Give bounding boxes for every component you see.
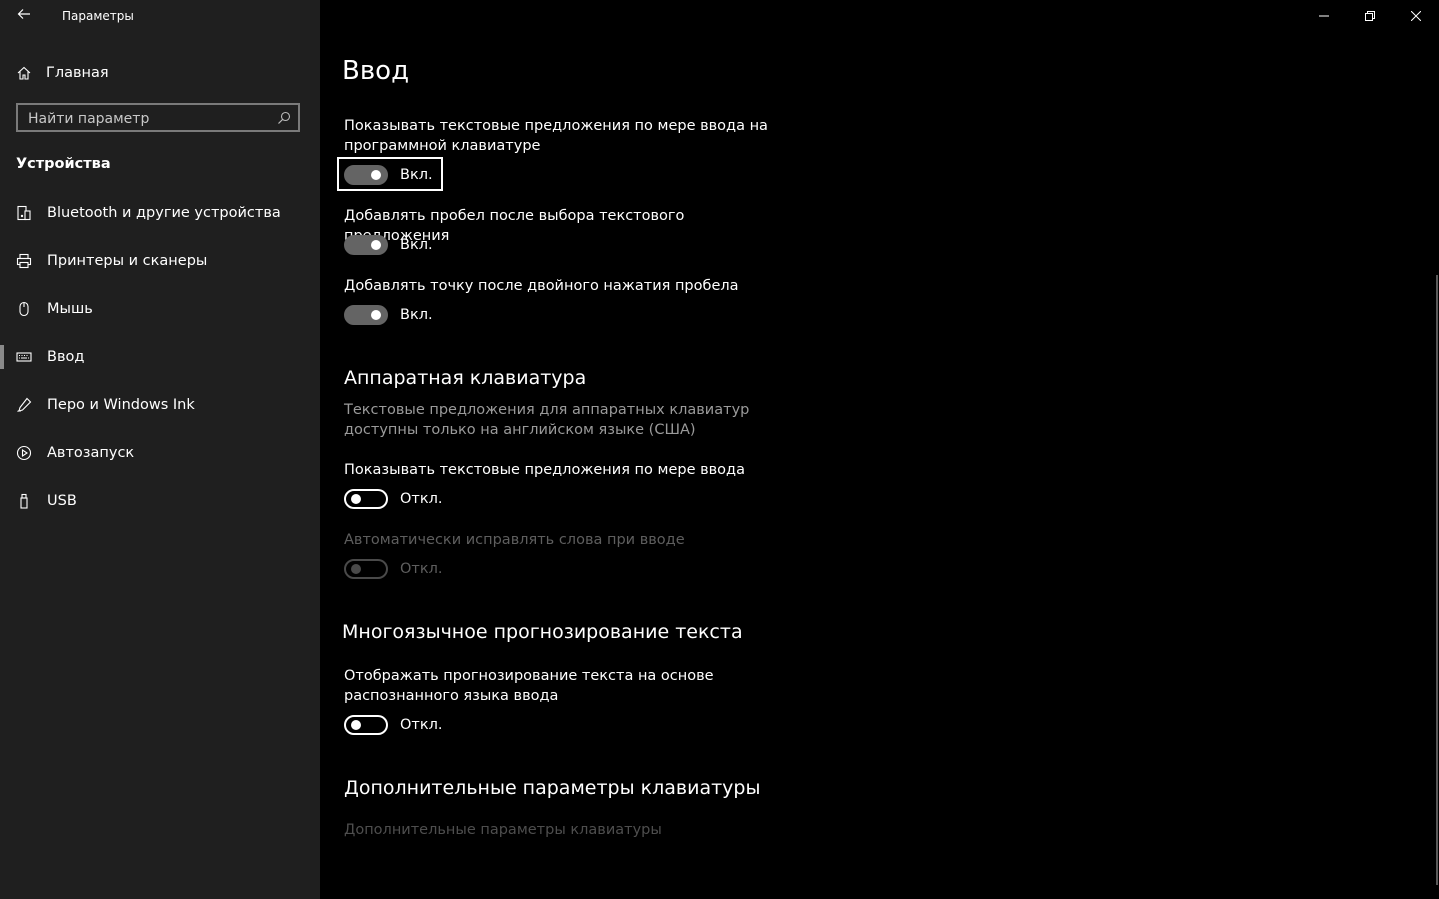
sidebar-section-title: Устройства bbox=[16, 156, 111, 172]
sidebar-item-label: USB bbox=[47, 493, 77, 509]
back-button[interactable] bbox=[14, 6, 34, 26]
autoplay-icon bbox=[16, 445, 32, 461]
toggle-knob bbox=[371, 170, 381, 180]
sidebar-item-label: Мышь bbox=[47, 301, 93, 317]
sidebar-item-label: Bluetooth и другие устройства bbox=[47, 205, 281, 221]
advanced-keyboard-link[interactable]: Дополнительные параметры клавиатуры bbox=[344, 822, 662, 838]
setting-label-hw-suggestions: Показывать текстовые предложения по мере… bbox=[344, 462, 745, 478]
toggle-autocorrect: Откл. bbox=[344, 559, 443, 579]
close-button[interactable] bbox=[1393, 0, 1439, 32]
toggle-switch bbox=[344, 559, 388, 579]
advanced-keyboard-heading: Дополнительные параметры клавиатуры bbox=[344, 777, 761, 799]
setting-label-add-period: Добавлять точку после двойного нажатия п… bbox=[344, 278, 739, 294]
page-title: Ввод bbox=[342, 56, 410, 86]
pen-icon bbox=[16, 397, 32, 413]
setting-label-multilingual: Отображать прогнозирование текста на осн… bbox=[344, 668, 714, 704]
toggle-switch[interactable] bbox=[344, 165, 388, 185]
sidebar-item-label: Принтеры и сканеры bbox=[47, 253, 208, 269]
home-icon bbox=[16, 65, 32, 81]
restore-button[interactable] bbox=[1347, 0, 1393, 32]
minimize-button[interactable] bbox=[1301, 0, 1347, 32]
toggle-switch[interactable] bbox=[344, 235, 388, 255]
sidebar-item-printers[interactable]: Принтеры и сканеры bbox=[0, 246, 320, 276]
toggle-knob bbox=[351, 494, 361, 504]
toggle-state-label: Вкл. bbox=[400, 237, 433, 253]
back-arrow-icon bbox=[17, 9, 30, 19]
restore-icon bbox=[1365, 11, 1375, 21]
sidebar-item-autoplay[interactable]: Автозапуск bbox=[0, 438, 320, 468]
sidebar-item-mouse[interactable]: Мышь bbox=[0, 294, 320, 324]
sidebar-item-label: Перо и Windows Ink bbox=[47, 397, 195, 413]
toggle-state-label: Откл. bbox=[400, 561, 443, 577]
toggle-knob bbox=[371, 310, 381, 320]
sidebar-item-bluetooth[interactable]: Bluetooth и другие устройства bbox=[0, 198, 320, 228]
printer-icon bbox=[16, 253, 32, 269]
toggle-state-label: Вкл. bbox=[400, 307, 433, 323]
window-controls bbox=[1301, 0, 1439, 32]
toggle-state-label: Откл. bbox=[400, 717, 443, 733]
hardware-keyboard-heading: Аппаратная клавиатура bbox=[344, 367, 587, 389]
toggle-soft-suggestions[interactable]: Вкл. bbox=[344, 165, 433, 185]
multilingual-heading: Многоязычное прогнозирование текста bbox=[342, 621, 743, 643]
sidebar-item-typing[interactable]: Ввод bbox=[0, 342, 320, 372]
home-nav-item[interactable]: Главная bbox=[16, 62, 109, 84]
usb-icon bbox=[16, 493, 32, 509]
minimize-icon bbox=[1319, 15, 1329, 17]
toggle-hw-suggestions[interactable]: Откл. bbox=[344, 489, 443, 509]
toggle-switch[interactable] bbox=[344, 305, 388, 325]
toggle-state-label: Вкл. bbox=[400, 167, 433, 183]
toggle-knob bbox=[371, 240, 381, 250]
mouse-icon bbox=[16, 301, 32, 317]
sidebar-item-label: Ввод bbox=[47, 349, 85, 365]
toggle-switch[interactable] bbox=[344, 715, 388, 735]
toggle-add-space[interactable]: Вкл. bbox=[344, 235, 433, 255]
sidebar-item-label: Автозапуск bbox=[47, 445, 135, 461]
app-title: Параметры bbox=[62, 9, 134, 23]
sidebar-item-usb[interactable]: USB bbox=[0, 486, 320, 516]
toggle-knob bbox=[351, 720, 361, 730]
search-icon[interactable] bbox=[276, 110, 292, 126]
toggle-state-label: Откл. bbox=[400, 491, 443, 507]
toggle-switch[interactable] bbox=[344, 489, 388, 509]
sidebar: Параметры Главная Найти параметр Устройс… bbox=[0, 0, 320, 899]
home-label: Главная bbox=[46, 65, 109, 81]
scrollbar[interactable] bbox=[1436, 275, 1438, 885]
close-icon bbox=[1411, 11, 1421, 21]
hardware-keyboard-description: Текстовые предложения для аппаратных кла… bbox=[344, 402, 750, 438]
keyboard-icon bbox=[16, 349, 32, 365]
toggle-add-period[interactable]: Вкл. bbox=[344, 305, 433, 325]
bluetooth-devices-icon bbox=[16, 205, 32, 221]
setting-label-autocorrect: Автоматически исправлять слова при вводе bbox=[344, 532, 685, 548]
sidebar-item-pen[interactable]: Перо и Windows Ink bbox=[0, 390, 320, 420]
search-input[interactable]: Найти параметр bbox=[16, 103, 300, 132]
search-placeholder: Найти параметр bbox=[28, 111, 150, 127]
toggle-multilingual[interactable]: Откл. bbox=[344, 715, 443, 735]
setting-label-soft-suggestions: Показывать текстовые предложения по мере… bbox=[344, 118, 768, 154]
toggle-knob bbox=[351, 564, 361, 574]
